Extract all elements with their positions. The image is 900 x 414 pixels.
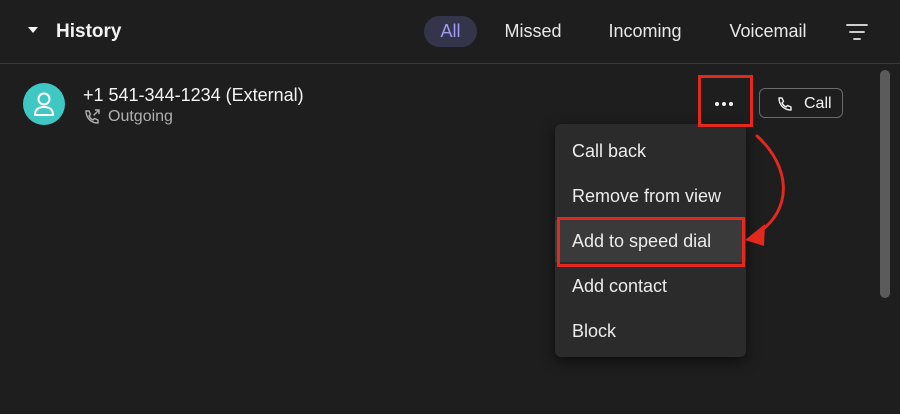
more-dots-icon (722, 102, 726, 106)
history-header: History All Missed Incoming Voicemail (0, 0, 900, 64)
menu-item-add-to-speed-dial[interactable]: Add to speed dial (555, 220, 746, 262)
person-icon (34, 92, 54, 116)
section-title: History (56, 21, 122, 42)
menu-item-add-contact[interactable]: Add contact (555, 265, 746, 307)
call-type-label: Outgoing (108, 108, 173, 125)
tab-all[interactable]: All (424, 16, 477, 47)
tab-voicemail[interactable]: Voicemail (716, 16, 820, 47)
menu-item-call-back[interactable]: Call back (555, 130, 746, 172)
call-button-label: Call (804, 95, 832, 112)
caller-name: +1 541-344-1234 (External) (83, 85, 304, 105)
caret-down-icon[interactable] (28, 27, 38, 33)
context-menu: Call back Remove from view Add to speed … (555, 124, 746, 357)
tab-missed[interactable]: Missed (493, 16, 573, 47)
avatar (23, 83, 65, 125)
more-options-button[interactable] (703, 87, 745, 119)
menu-item-remove-from-view[interactable]: Remove from view (555, 175, 746, 217)
tab-incoming[interactable]: Incoming (596, 16, 694, 47)
scrollbar[interactable] (880, 70, 890, 298)
call-button[interactable]: Call (759, 88, 843, 118)
more-dots-icon (729, 102, 733, 106)
arrowhead (745, 224, 765, 246)
filter-icon[interactable] (846, 23, 868, 41)
more-dots-icon (715, 102, 719, 106)
phone-icon (778, 97, 792, 111)
outgoing-call-icon (85, 109, 100, 124)
menu-item-block[interactable]: Block (555, 310, 746, 352)
